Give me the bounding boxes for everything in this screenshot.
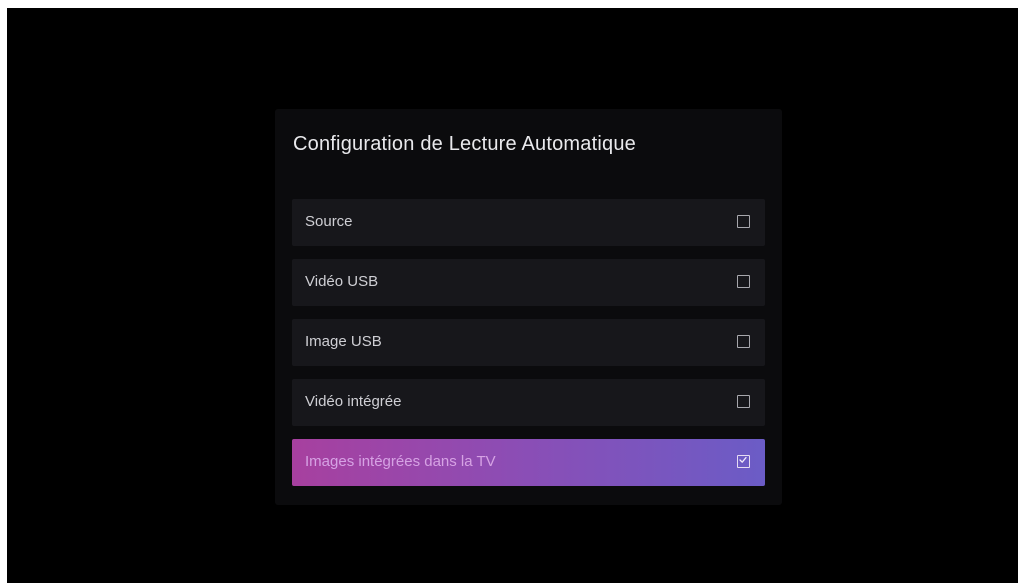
checkbox-empty-icon[interactable]	[737, 395, 750, 408]
option-source[interactable]: Source	[292, 199, 765, 246]
option-built-in-tv-images[interactable]: Images intégrées dans la TV	[292, 439, 765, 486]
option-label: Source	[305, 213, 353, 230]
checkbox-checked-icon[interactable]	[737, 455, 750, 468]
option-label: Vidéo intégrée	[305, 393, 402, 410]
tv-screen: Configuration de Lecture Automatique Sou…	[7, 8, 1018, 583]
option-built-in-video[interactable]: Vidéo intégrée	[292, 379, 765, 426]
autoplay-settings-dialog: Configuration de Lecture Automatique Sou…	[275, 109, 782, 505]
checkbox-empty-icon[interactable]	[737, 335, 750, 348]
option-usb-video[interactable]: Vidéo USB	[292, 259, 765, 306]
option-label: Images intégrées dans la TV	[305, 453, 496, 470]
checkbox-empty-icon[interactable]	[737, 275, 750, 288]
dialog-title: Configuration de Lecture Automatique	[293, 133, 636, 155]
check-mark-icon	[739, 456, 747, 463]
option-list: Source Vidéo USB Image USB Vidéo intégré…	[292, 199, 765, 486]
checkbox-empty-icon[interactable]	[737, 215, 750, 228]
option-usb-image[interactable]: Image USB	[292, 319, 765, 366]
option-label: Vidéo USB	[305, 273, 379, 290]
option-label: Image USB	[305, 333, 382, 350]
